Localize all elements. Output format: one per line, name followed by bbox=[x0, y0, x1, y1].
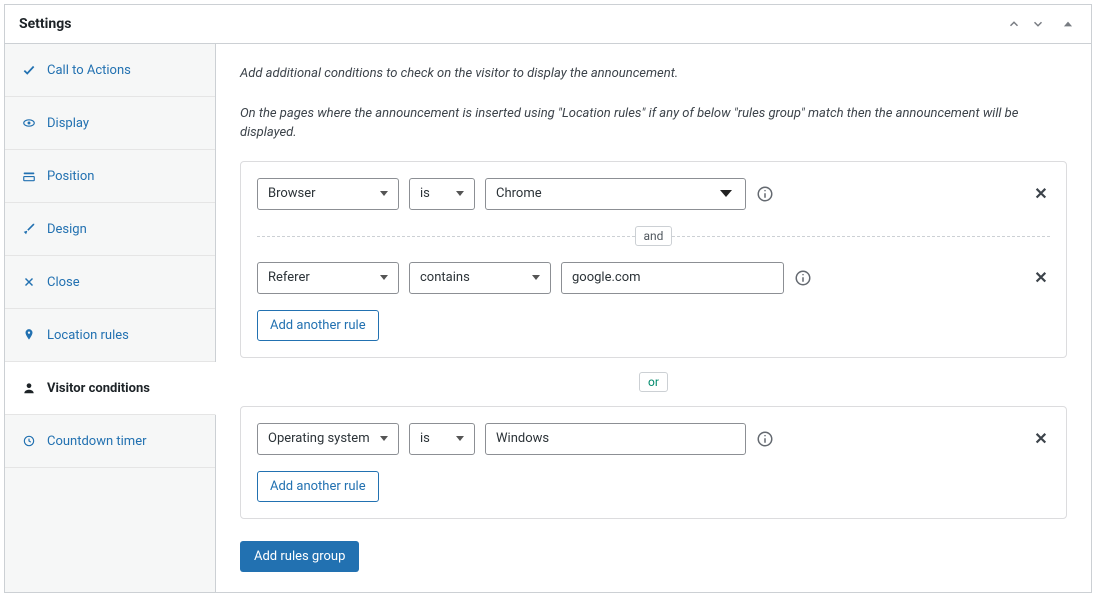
rule-field-value: Browser bbox=[268, 186, 316, 201]
panel-header-controls bbox=[1005, 15, 1077, 33]
rule-field-value: Referer bbox=[268, 270, 310, 285]
rule-value-text: Chrome bbox=[496, 186, 542, 201]
clock-icon bbox=[21, 433, 37, 449]
rule-value-input[interactable]: Windows bbox=[485, 423, 746, 455]
add-rule-button[interactable]: Add another rule bbox=[257, 310, 379, 341]
info-icon[interactable] bbox=[756, 430, 774, 448]
rule-operator-select[interactable]: is bbox=[409, 178, 475, 210]
rule-field-select[interactable]: Referer bbox=[257, 262, 399, 294]
rule-value-text: google.com bbox=[572, 270, 641, 285]
intro-line1: Add additional conditions to check on th… bbox=[240, 64, 1067, 84]
sidebar-item-label: Design bbox=[47, 222, 87, 237]
sidebar-item-position[interactable]: Position bbox=[5, 150, 215, 203]
user-icon bbox=[21, 380, 37, 396]
panel-title: Settings bbox=[19, 16, 71, 32]
brush-icon bbox=[21, 221, 37, 237]
rule-value-text: Windows bbox=[496, 431, 549, 446]
rule-row: Operating system is Windows ✕ bbox=[257, 423, 1050, 455]
position-icon bbox=[21, 168, 37, 184]
intro-text: Add additional conditions to check on th… bbox=[240, 64, 1067, 143]
intro-line2: On the pages where the announcement is i… bbox=[240, 104, 1067, 143]
sidebar-item-label: Display bbox=[47, 116, 89, 131]
rule-field-select[interactable]: Operating system bbox=[257, 423, 399, 455]
sidebar: Call to Actions Display Position Design … bbox=[5, 44, 216, 592]
remove-rule-button[interactable]: ✕ bbox=[1032, 430, 1050, 448]
eye-icon bbox=[21, 115, 37, 131]
content-area: Add additional conditions to check on th… bbox=[216, 44, 1091, 592]
sidebar-item-call-to-actions[interactable]: Call to Actions bbox=[5, 44, 215, 97]
panel-body: Call to Actions Display Position Design … bbox=[5, 44, 1091, 592]
sidebar-item-label: Location rules bbox=[47, 328, 129, 343]
sidebar-item-display[interactable]: Display bbox=[5, 97, 215, 150]
check-icon bbox=[21, 62, 37, 78]
sidebar-item-design[interactable]: Design bbox=[5, 203, 215, 256]
sidebar-item-label: Countdown timer bbox=[47, 434, 147, 449]
rule-operator-select[interactable]: contains bbox=[409, 262, 551, 294]
rule-row: Referer contains google.com ✕ bbox=[257, 262, 1050, 294]
rule-operator-select[interactable]: is bbox=[409, 423, 475, 455]
add-rule-button[interactable]: Add another rule bbox=[257, 471, 379, 502]
chevron-down-icon bbox=[380, 436, 388, 441]
toggle-panel-icon[interactable] bbox=[1059, 15, 1077, 33]
rule-operator-value: is bbox=[420, 431, 430, 446]
rule-operator-value: is bbox=[420, 186, 430, 201]
chevron-down-icon bbox=[456, 191, 464, 196]
sidebar-item-label: Call to Actions bbox=[47, 63, 131, 78]
settings-panel: Settings Call to Actions Display Positio… bbox=[4, 4, 1092, 593]
info-icon[interactable] bbox=[756, 185, 774, 203]
map-pin-icon bbox=[21, 327, 37, 343]
sidebar-item-label: Close bbox=[47, 275, 80, 290]
and-label: and bbox=[635, 226, 673, 246]
rule-field-value: Operating system bbox=[268, 431, 370, 446]
rule-field-select[interactable]: Browser bbox=[257, 178, 399, 210]
or-label: or bbox=[639, 372, 668, 392]
sidebar-item-visitor-conditions[interactable]: Visitor conditions bbox=[5, 362, 216, 415]
chevron-down-icon bbox=[380, 191, 388, 196]
info-icon[interactable] bbox=[794, 269, 812, 287]
sidebar-item-close[interactable]: Close bbox=[5, 256, 215, 309]
sidebar-item-location-rules[interactable]: Location rules bbox=[5, 309, 215, 362]
collapse-up-icon[interactable] bbox=[1005, 15, 1023, 33]
rule-row: Browser is Chrome ✕ bbox=[257, 178, 1050, 210]
remove-rule-button[interactable]: ✕ bbox=[1032, 269, 1050, 287]
panel-header: Settings bbox=[5, 5, 1091, 44]
or-separator: or bbox=[240, 372, 1067, 392]
sidebar-item-label: Position bbox=[47, 169, 94, 184]
chevron-down-icon bbox=[380, 275, 388, 280]
chevron-down-icon bbox=[532, 275, 540, 280]
remove-rule-button[interactable]: ✕ bbox=[1032, 185, 1050, 203]
caret-down-icon bbox=[720, 190, 732, 197]
rule-value-input[interactable]: google.com bbox=[561, 262, 784, 294]
rule-operator-value: contains bbox=[420, 270, 470, 285]
sidebar-item-label: Visitor conditions bbox=[47, 381, 150, 396]
chevron-down-icon bbox=[456, 436, 464, 441]
and-separator: and bbox=[257, 226, 1050, 246]
sidebar-item-countdown-timer[interactable]: Countdown timer bbox=[5, 415, 215, 468]
rules-group: Operating system is Windows ✕ Add anothe… bbox=[240, 406, 1067, 519]
expand-down-icon[interactable] bbox=[1029, 15, 1047, 33]
add-rules-group-button[interactable]: Add rules group bbox=[240, 541, 359, 572]
close-icon bbox=[21, 274, 37, 290]
rules-group: Browser is Chrome ✕ a bbox=[240, 161, 1067, 358]
rule-value-select[interactable]: Chrome bbox=[485, 178, 746, 210]
